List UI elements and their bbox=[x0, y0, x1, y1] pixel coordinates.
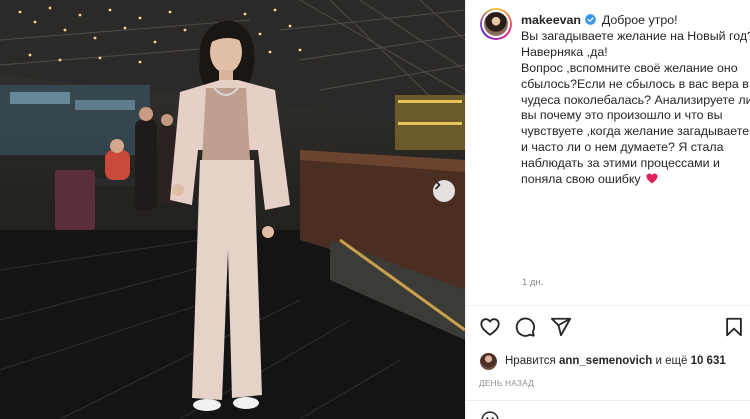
share-icon[interactable] bbox=[550, 316, 572, 338]
likes-count[interactable]: 10 631 bbox=[691, 355, 726, 367]
post-timestamp[interactable]: ДЕНЬ НАЗАД bbox=[479, 379, 534, 388]
photo-scene bbox=[0, 0, 465, 419]
red-heart-emoji bbox=[646, 173, 658, 184]
liker-username[interactable]: ann_semenovich bbox=[559, 355, 652, 367]
chevron-right-icon bbox=[435, 180, 441, 190]
author-avatar[interactable] bbox=[480, 8, 512, 40]
caption-greeting: Доброе утро! bbox=[601, 13, 678, 27]
likes-summary: Нравится ann_semenovich и ещё 10 631 bbox=[480, 352, 726, 370]
heart-icon[interactable] bbox=[479, 316, 501, 338]
post-photo bbox=[0, 0, 465, 419]
next-photo-button[interactable] bbox=[433, 180, 455, 202]
caption-timestamp: 1 дн. bbox=[522, 277, 544, 288]
divider bbox=[465, 305, 750, 306]
bookmark-icon[interactable] bbox=[723, 316, 745, 338]
author-username[interactable]: makeevan bbox=[521, 13, 581, 27]
likes-prefix: Нравится bbox=[505, 355, 556, 367]
divider bbox=[465, 400, 750, 401]
verified-badge-icon bbox=[585, 14, 597, 25]
liker-avatar[interactable] bbox=[480, 352, 497, 370]
post-caption: makeevan Доброе утро! Вы загадываете жел… bbox=[521, 13, 750, 188]
comment-icon[interactable] bbox=[514, 316, 536, 338]
emoji-icon[interactable] bbox=[480, 410, 500, 419]
post-actions bbox=[479, 316, 742, 340]
likes-and: и ещё bbox=[655, 355, 688, 367]
caption-question: Вы загадываете желание на Новый год?Наве… bbox=[521, 28, 750, 59]
caption-body: Вопрос ,вспомните своё желание оно сбыло… bbox=[521, 60, 750, 187]
